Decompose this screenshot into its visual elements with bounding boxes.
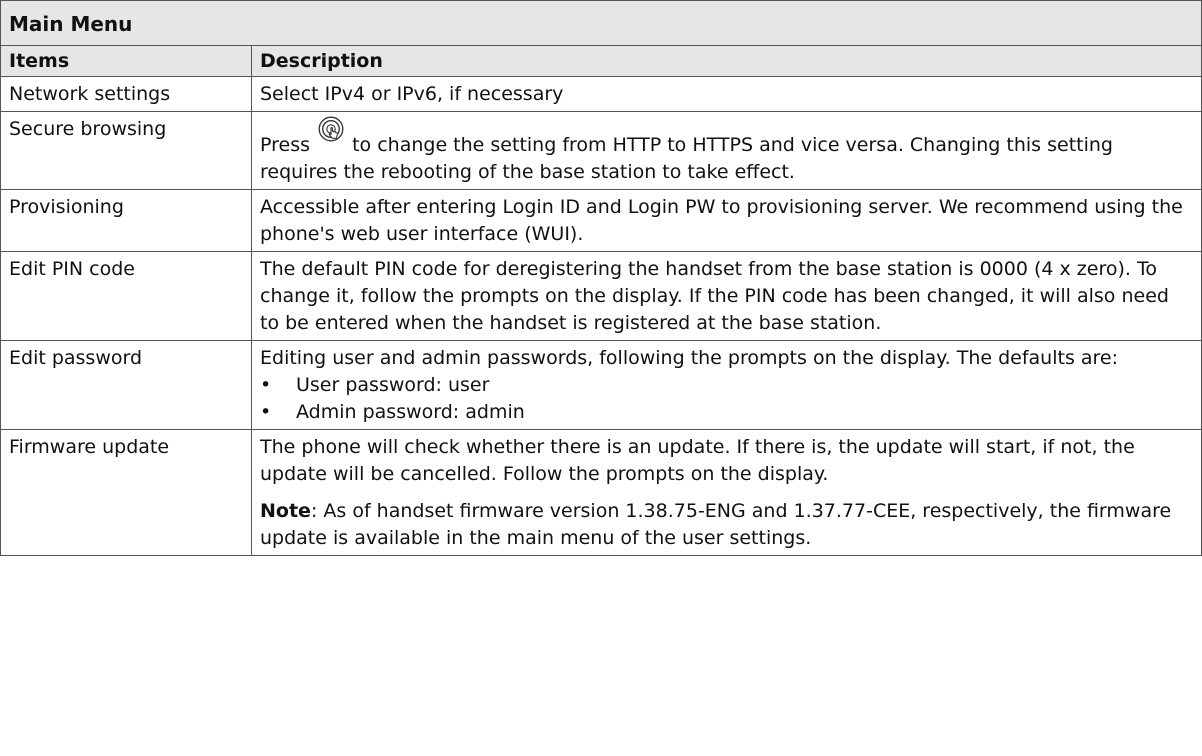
description-text: The default PIN code for deregistering t… bbox=[260, 258, 1169, 334]
main-menu-table: Main Menu Items Description Network sett… bbox=[0, 0, 1202, 556]
row-item-secure-browsing: Secure browsing bbox=[0, 111, 252, 190]
description-text: Editing user and admin passwords, follow… bbox=[260, 347, 1119, 369]
main-menu-table-wrapper: Main Menu Items Description Network sett… bbox=[0, 0, 1202, 556]
note-text: : As of handset firmware version 1.38.75… bbox=[260, 500, 1172, 549]
bullet-glyph: • bbox=[260, 374, 272, 396]
row-description-secure-browsing: Press to change the setting from HTTP to… bbox=[251, 111, 1202, 190]
description-text-before-icon: Press bbox=[260, 134, 311, 156]
row-item-edit-password: Edit password bbox=[0, 340, 252, 430]
row-item-provisioning: Provisioning bbox=[0, 189, 252, 252]
description-text: Press to change the setting from HTTP to… bbox=[260, 116, 1193, 186]
note-paragraph: Note: As of handset firmware version 1.3… bbox=[260, 498, 1193, 552]
table-row: Network settings Select IPv4 or IPv6, if… bbox=[0, 76, 1202, 112]
bullet-glyph: • bbox=[260, 401, 272, 423]
table-title: Main Menu bbox=[0, 0, 1202, 46]
row-description-firmware-update: The phone will check whether there is an… bbox=[251, 429, 1202, 556]
row-description-edit-password: Editing user and admin passwords, follow… bbox=[251, 340, 1202, 430]
column-header-items: Items bbox=[0, 45, 252, 77]
row-description-provisioning: Accessible after entering Login ID and L… bbox=[251, 189, 1202, 252]
table-header-row: Items Description bbox=[0, 45, 1202, 77]
note-label: Note bbox=[260, 500, 311, 522]
bullet-text: User password: user bbox=[296, 374, 490, 396]
table-title-row: Main Menu bbox=[0, 0, 1202, 46]
row-description-network-settings: Select IPv4 or IPv6, if necessary bbox=[251, 76, 1202, 112]
bullet-item: • Admin password: admin bbox=[260, 399, 1193, 426]
table-row: Edit PIN code The default PIN code for d… bbox=[0, 251, 1202, 341]
row-item-network-settings: Network settings bbox=[0, 76, 252, 112]
row-item-edit-pin-code: Edit PIN code bbox=[0, 251, 252, 341]
table-row: Edit password Editing user and admin pas… bbox=[0, 340, 1202, 430]
table-row: Secure browsing Press to change the sett… bbox=[0, 111, 1202, 190]
column-header-description: Description bbox=[251, 45, 1202, 77]
row-item-firmware-update: Firmware update bbox=[0, 429, 252, 556]
table-row: Firmware update The phone will check whe… bbox=[0, 429, 1202, 556]
ok-button-icon bbox=[318, 116, 344, 142]
description-text: Accessible after entering Login ID and L… bbox=[260, 196, 1183, 245]
bullet-text: Admin password: admin bbox=[296, 401, 525, 423]
table-row: Provisioning Accessible after entering L… bbox=[0, 189, 1202, 252]
bullet-item: • User password: user bbox=[260, 372, 1193, 399]
description-text: Select IPv4 or IPv6, if necessary bbox=[260, 83, 564, 105]
description-text: The phone will check whether there is an… bbox=[260, 436, 1135, 485]
description-text-after-icon: to change the setting from HTTP to HTTPS… bbox=[260, 134, 1113, 183]
row-description-edit-pin-code: The default PIN code for deregistering t… bbox=[251, 251, 1202, 341]
